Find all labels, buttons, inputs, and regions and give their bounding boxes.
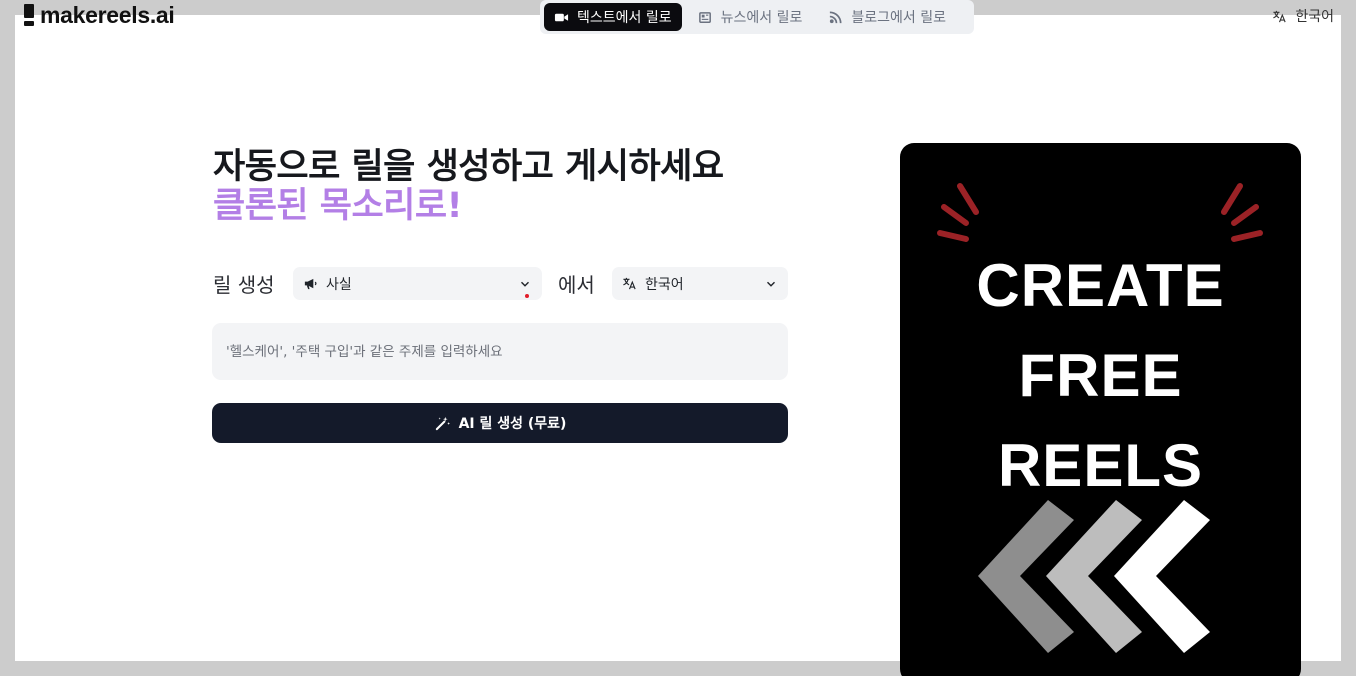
video-camera-icon xyxy=(554,13,569,21)
magic-wand-icon xyxy=(435,416,450,430)
language-select[interactable]: 한국어 xyxy=(612,267,788,300)
create-label: 릴 생성 xyxy=(213,273,275,297)
preview-line-2: FREE xyxy=(1018,342,1183,409)
tab-blog-to-reel[interactable]: 블로그에서 릴로 xyxy=(818,3,956,31)
reel-type-value: 사실 xyxy=(326,276,352,293)
rss-icon xyxy=(830,11,842,23)
generate-label: AI 릴 생성 (무료) xyxy=(458,416,567,432)
language-select-value: 한국어 xyxy=(645,276,684,293)
tab-news-to-reel[interactable]: 뉴스에서 릴로 xyxy=(688,3,813,31)
chevron-down-icon xyxy=(767,281,775,287)
newspaper-icon xyxy=(698,11,711,23)
chevron-down-icon xyxy=(521,281,529,287)
megaphone-icon xyxy=(304,278,317,290)
translate-icon xyxy=(623,277,636,290)
reel-preview: CREATE FREE REELS xyxy=(900,143,1301,676)
mode-tabs: 텍스트에서 릴로 뉴스에서 릴로 블로그에서 릴로 xyxy=(540,0,974,34)
page-subtitle: 클론된 목소리로! xyxy=(213,186,463,226)
language-label: 한국어 xyxy=(1295,9,1334,25)
logo-mark-icon xyxy=(24,4,34,26)
tab-label: 텍스트에서 릴로 xyxy=(577,10,672,26)
brand-name: makereels.ai xyxy=(40,1,175,28)
cursor-dot xyxy=(525,294,529,298)
topic-input[interactable] xyxy=(212,323,788,380)
spark-left-icon xyxy=(937,183,979,242)
from-label: 에서 xyxy=(558,273,595,297)
preview-line-3: REELS xyxy=(997,432,1204,499)
reel-type-select[interactable]: 사실 xyxy=(293,267,542,300)
tab-label: 뉴스에서 릴로 xyxy=(720,10,803,26)
language-switcher[interactable]: 한국어 xyxy=(1272,6,1334,26)
generate-reel-button[interactable]: AI 릴 생성 (무료) xyxy=(212,403,788,443)
preview-line-1: CREATE xyxy=(976,252,1225,319)
translate-icon xyxy=(1273,10,1287,22)
tab-text-to-reel[interactable]: 텍스트에서 릴로 xyxy=(544,3,682,31)
tab-label: 블로그에서 릴로 xyxy=(851,10,946,26)
chevron-arrows-icon xyxy=(978,500,1210,653)
brand-logo[interactable]: makereels.ai xyxy=(24,1,175,28)
spark-right-icon xyxy=(1221,183,1263,242)
